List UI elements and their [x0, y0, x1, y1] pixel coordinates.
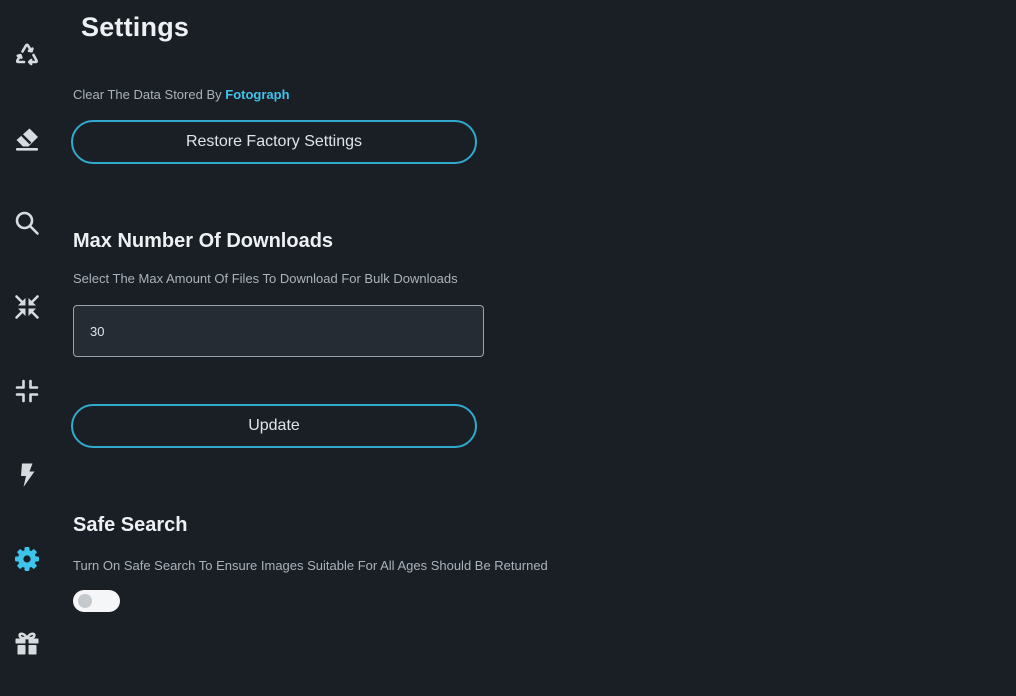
restore-factory-settings-button[interactable]: Restore Factory Settings: [71, 120, 477, 164]
sidebar-item-recycle[interactable]: [8, 36, 46, 74]
update-button[interactable]: Update: [71, 404, 477, 448]
search-icon: [15, 211, 39, 235]
max-downloads-description: Select The Max Amount Of Files To Downlo…: [73, 271, 458, 286]
sidebar-item-compress-arrows[interactable]: [8, 288, 46, 326]
sidebar-item-gift[interactable]: [8, 624, 46, 662]
brand-name: Fotograph: [225, 87, 290, 102]
sidebar-item-settings[interactable]: [8, 540, 46, 578]
toggle-knob: [78, 594, 92, 608]
compress-icon: [15, 379, 39, 403]
max-downloads-input[interactable]: [73, 305, 484, 357]
recycle-icon: [15, 43, 38, 66]
app-window: Settings Clear The Data Stored By Fotogr…: [0, 0, 1016, 696]
clear-data-description-text: Clear The Data Stored By: [73, 87, 222, 102]
safe-search-heading: Safe Search: [73, 514, 188, 536]
bolt-icon: [21, 463, 35, 487]
sidebar-item-compress[interactable]: [8, 372, 46, 410]
clear-data-description: Clear The Data Stored By Fotograph: [73, 87, 290, 102]
sidebar-item-eraser[interactable]: [8, 120, 46, 158]
safe-search-description: Turn On Safe Search To Ensure Images Sui…: [73, 558, 548, 573]
page-title: Settings: [81, 12, 190, 42]
sidebar-item-search[interactable]: [8, 204, 46, 242]
max-downloads-heading: Max Number Of Downloads: [73, 230, 334, 252]
gear-icon: [15, 547, 39, 571]
safe-search-toggle[interactable]: [73, 590, 120, 612]
gift-icon: [15, 632, 39, 655]
sidebar-item-bolt[interactable]: [8, 456, 46, 494]
eraser-icon: [16, 128, 38, 151]
compress-arrows-icon: [15, 295, 39, 319]
sidebar: [0, 0, 54, 696]
